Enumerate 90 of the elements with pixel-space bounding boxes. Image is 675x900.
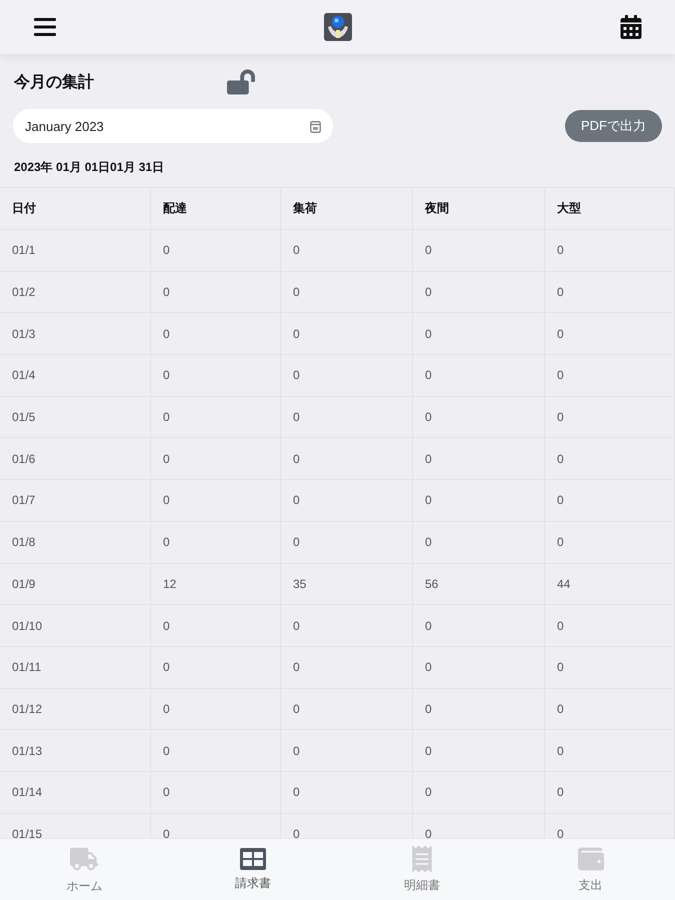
- table-cell: 0: [413, 646, 545, 689]
- table-cell: 01/4: [0, 355, 151, 397]
- table-cell: 12: [151, 564, 281, 606]
- nav-tab[interactable]: 請求書: [168, 839, 338, 900]
- table-cell: 0: [413, 272, 545, 314]
- nav-tab[interactable]: 支出: [506, 839, 675, 900]
- column-header: 集荷: [281, 188, 413, 230]
- column-header: 配達: [151, 188, 281, 230]
- page-title: 今月の集計: [14, 72, 95, 92]
- table-cell: 0: [545, 272, 675, 314]
- nav-tab[interactable]: ホーム: [0, 839, 169, 900]
- table-cell: 0: [151, 480, 281, 522]
- table-cell: 01/13: [0, 730, 151, 772]
- table-cell: 0: [281, 730, 413, 772]
- calendar-icon: [310, 120, 321, 132]
- table-cell: 0: [281, 480, 413, 522]
- column-header: 大型: [545, 188, 675, 230]
- table-cell: 0: [151, 646, 281, 689]
- column-header: 夜間: [413, 188, 545, 230]
- table-cell: 0: [413, 522, 545, 564]
- grid-icon: [240, 848, 266, 870]
- table-cell: 0: [413, 480, 545, 522]
- table-cell: 0: [545, 646, 675, 689]
- table-cell: 0: [281, 272, 413, 314]
- table-cell: 0: [151, 313, 281, 356]
- table-cell: 0: [413, 396, 545, 438]
- table-cell: 0: [281, 605, 413, 647]
- table-cell: 01/1: [0, 230, 151, 272]
- table-cell: 0: [151, 355, 281, 397]
- table-cell: 0: [151, 605, 281, 647]
- table-cell: 0: [413, 313, 545, 356]
- table-cell: 0: [545, 480, 675, 522]
- table-cell: 01/5: [0, 396, 151, 438]
- table-cell: 01/12: [0, 688, 151, 730]
- table-cell: 01/8: [0, 522, 151, 564]
- table-cell: 01/11: [0, 646, 151, 689]
- table-cell: 0: [545, 355, 675, 397]
- table-cell: 0: [281, 688, 413, 730]
- table-cell: 35: [281, 564, 413, 606]
- table-cell: 0: [281, 396, 413, 438]
- table-cell: 56: [413, 564, 545, 606]
- date-range: 2023年 01月 01日01月 31日: [13, 159, 166, 176]
- table-cell: 0: [413, 438, 545, 480]
- table-cell: 0: [281, 522, 413, 564]
- table-cell: 44: [545, 564, 675, 606]
- table-cell: 0: [413, 772, 545, 814]
- table-cell: 0: [281, 313, 413, 356]
- table-cell: 0: [545, 730, 675, 772]
- menu-icon[interactable]: [34, 18, 56, 36]
- table-cell: 0: [151, 730, 281, 772]
- table-cell: 0: [545, 522, 675, 564]
- month-field[interactable]: January 2023: [13, 109, 333, 143]
- table-cell: 0: [545, 438, 675, 480]
- table-cell: 0: [151, 522, 281, 564]
- table-cell: 0: [413, 355, 545, 397]
- wallet-icon: [578, 846, 604, 872]
- table-cell: 0: [151, 272, 281, 314]
- nav-tab[interactable]: 明細書: [338, 839, 506, 900]
- table-cell: 0: [545, 313, 675, 356]
- table-cell: 0: [413, 605, 545, 647]
- logo-icon: [324, 13, 352, 41]
- table-cell: 0: [281, 772, 413, 814]
- table-cell: 0: [413, 730, 545, 772]
- table-cell: 0: [413, 230, 545, 272]
- table-cell: 0: [545, 772, 675, 814]
- table-cell: 0: [151, 772, 281, 814]
- table-cell: 0: [281, 355, 413, 397]
- table-cell: 01/14: [0, 772, 151, 814]
- table-cell: 0: [281, 438, 413, 480]
- calendar-icon[interactable]: [619, 15, 643, 39]
- table-cell: 0: [545, 605, 675, 647]
- table-cell: 0: [545, 230, 675, 272]
- table-cell: 01/3: [0, 313, 151, 356]
- table-cell: 0: [281, 646, 413, 689]
- table-cell: 01/6: [0, 438, 151, 480]
- unlock-icon[interactable]: [227, 68, 255, 96]
- table-cell: 01/7: [0, 480, 151, 522]
- table-cell: 01/9: [0, 564, 151, 606]
- column-header: 日付: [0, 188, 151, 230]
- table-cell: 01/2: [0, 272, 151, 314]
- table-cell: 0: [151, 230, 281, 272]
- table-cell: 0: [413, 688, 545, 730]
- table-cell: 0: [545, 396, 675, 438]
- table-cell: 0: [151, 396, 281, 438]
- table-cell: 0: [151, 688, 281, 730]
- table-cell: 0: [281, 230, 413, 272]
- table-cell: 0: [545, 688, 675, 730]
- table-cell: 0: [151, 438, 281, 480]
- table-cell: 01/10: [0, 605, 151, 647]
- pdf-export-button[interactable]: PDFで出力: [565, 110, 662, 142]
